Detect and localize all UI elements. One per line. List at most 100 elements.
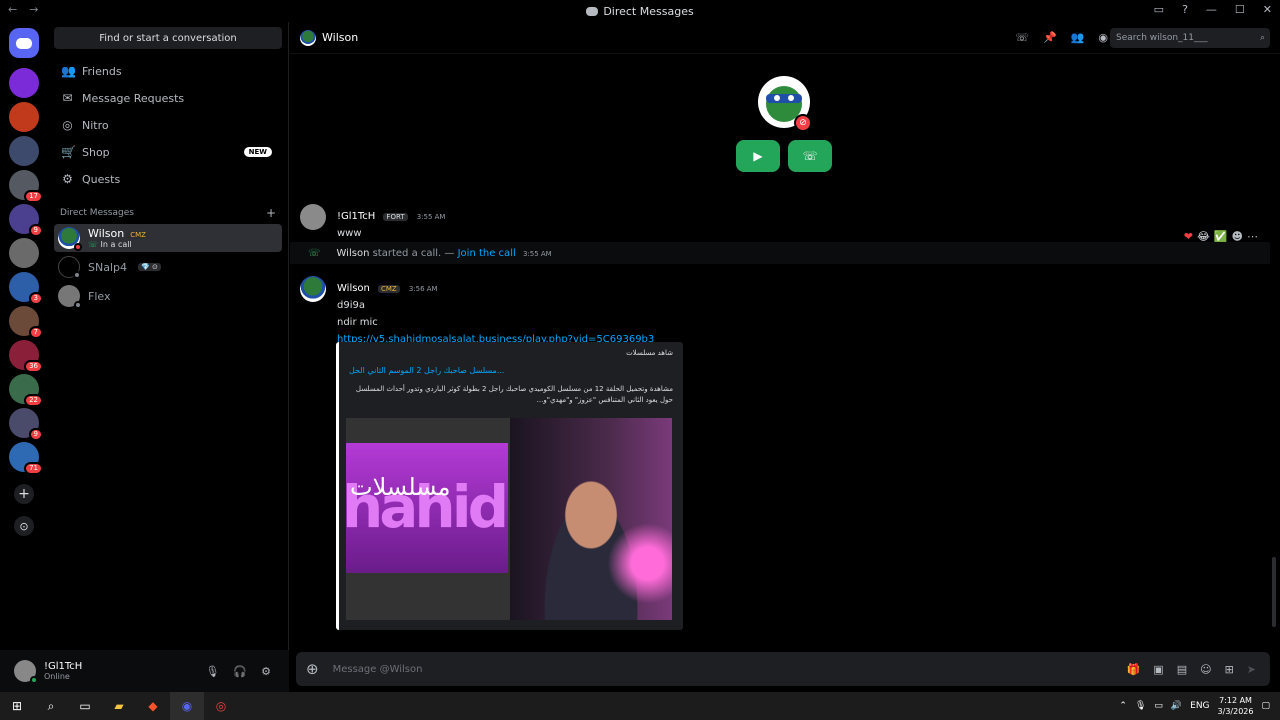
status-dot [30,676,38,684]
message-input[interactable]: Message @Wilson [333,664,423,675]
pin-icon[interactable]: 📌 [1043,31,1057,44]
create-dm-plus-icon[interactable]: + [266,206,276,220]
back-arrow-icon[interactable]: ← [8,3,17,16]
server-icon[interactable]: 36 [9,340,43,373]
server-icon[interactable]: 3 [9,272,43,305]
user-profile-icon[interactable]: ◉ [1098,31,1108,44]
volume-icon[interactable]: 🔊 [1171,701,1182,711]
server-icon[interactable]: 17 [9,170,43,203]
discover-button[interactable]: ⊙ [14,516,34,536]
server-icon[interactable]: 22 [9,374,43,407]
dm-item-wilson[interactable]: Wilson CMZ ☏ In a call [54,224,282,252]
message-item: !Gl1TcH FORT 3:55 AM www [300,204,445,239]
attach-plus-icon[interactable]: ⊕ [306,660,319,678]
app-icon[interactable]: ◎ [204,692,238,720]
server-icon[interactable]: 9 [9,408,43,441]
microphone-icon[interactable]: 🎙 [1135,701,1146,711]
server-icon[interactable] [9,136,39,166]
send-icon[interactable]: ➤ [1247,663,1256,676]
scrollbar[interactable] [1272,557,1276,627]
nav-message-requests[interactable]: ✉ Message Requests [54,85,282,111]
nav-nitro[interactable]: ◎ Nitro [54,112,282,138]
brave-browser-icon[interactable]: ◆ [136,692,170,720]
embed-thumbnail[interactable]: hahid مسلسلات [346,418,672,620]
new-badge: NEW [243,147,272,157]
voice-call-icon[interactable]: ☏ [1015,31,1029,44]
message-author[interactable]: Wilson [337,283,370,294]
file-explorer-icon[interactable]: ▰ [102,692,136,720]
discord-taskbar-icon[interactable]: ◉ [170,692,204,720]
embed-title[interactable]: مسلسل صاحبك راجل 2 الموسم الثاني الحل... [349,366,504,375]
headphones-icon[interactable]: 🎧 [233,665,247,678]
avatar [58,285,82,309]
server-icon[interactable] [9,238,39,268]
muted-mic-icon: ⊘ [794,114,812,132]
nitro-icon: ◎ [62,118,73,132]
message-composer[interactable]: ⊕ Message @Wilson 🎁 ▣ ▤ ☺ ⊞ ➤ [296,652,1270,686]
guild-tag: CMZ [377,285,400,293]
user-status: Online [44,672,70,681]
discord-logo-icon [586,6,599,16]
clock[interactable]: 7:12 AM 3/3/2026 [1218,695,1254,717]
join-voice-button[interactable]: ☏ [788,140,832,172]
inbox-icon[interactable]: ▭ [1154,3,1164,16]
message-text: www [337,228,362,239]
add-friends-icon[interactable]: 👥 [1071,31,1085,44]
forward-arrow-icon[interactable]: → [29,3,38,16]
call-area: ⊘ ▶ ☏ [290,54,1280,182]
window-controls: ▭ ? — ☐ ✕ [1154,3,1272,16]
task-view-icon[interactable]: ▭ [68,692,102,720]
emoji-icon[interactable]: ☺ [1200,663,1211,676]
microphone-icon[interactable]: 🎙 [205,665,219,678]
server-icon[interactable] [9,102,39,132]
message-text: ndir mic [337,317,378,328]
chevron-up-icon[interactable]: ⌃ [1119,701,1127,711]
status-dot [74,243,82,251]
notifications-icon[interactable]: ▢ [1261,701,1270,711]
home-button[interactable] [9,28,39,58]
discord-window: ← → Direct Messages ▭ ? — ☐ ✕ 17 9 3 7 36 22 9… [0,0,1280,720]
nav-friends[interactable]: 👥 Friends [54,58,282,84]
composer-tools: 🎁 ▣ ▤ ☺ ⊞ ➤ [1127,663,1256,676]
server-icon[interactable] [9,68,39,98]
add-server-button[interactable]: + [14,484,34,504]
help-icon[interactable]: ? [1182,3,1188,16]
server-icon[interactable]: 9 [9,204,43,237]
start-icon[interactable]: ⊞ [0,692,34,720]
maximize-button[interactable]: ☐ [1235,3,1245,16]
guild-tag: 💎 ⊙ [138,263,161,271]
search-input[interactable]: Search wilson_11___ ⌕ [1110,28,1270,48]
server-icon[interactable]: 71 [9,442,43,475]
system-author[interactable]: Wilson [337,248,370,259]
gif-icon[interactable]: ▣ [1153,663,1163,676]
message-author[interactable]: !Gl1TcH [337,211,375,222]
minimize-button[interactable]: — [1206,3,1217,16]
mail-icon: ✉ [62,91,73,105]
network-icon[interactable]: ▭ [1154,701,1163,711]
gift-icon[interactable]: 🎁 [1127,663,1141,676]
video-call-button[interactable]: ▶ [736,140,780,172]
mention-badge: 7 [28,326,43,339]
avatar[interactable] [300,204,326,230]
link-embed: شاهد مسلسلات مسلسل صاحبك راجل 2 الموسم ا… [336,342,683,630]
join-call-link[interactable]: Join the call [458,248,516,259]
system-tray: ⌃ 🎙 ▭ 🔊 ENG 7:12 AM 3/3/2026 ▢ [1119,695,1280,717]
avatar[interactable] [300,276,326,302]
search-icon[interactable]: ⌕ [34,692,68,720]
dm-item-flex[interactable]: Flex [54,282,282,310]
settings-gear-icon[interactable]: ⚙ [261,665,271,678]
sticker-icon[interactable]: ▤ [1177,663,1187,676]
message-text: d9i9a [337,300,365,311]
dm-item-snalp4[interactable]: SNalp4 💎 ⊙ [54,253,282,281]
nav-quests[interactable]: ⚙ Quests [54,166,282,192]
clock-time: 7:12 AM [1219,696,1252,705]
dm-name: Flex [88,289,111,303]
server-icon[interactable]: 7 [9,306,43,339]
nav-label: Friends [82,64,122,78]
find-conversation-button[interactable]: Find or start a conversation [54,27,282,49]
close-button[interactable]: ✕ [1263,3,1272,16]
nav-shop[interactable]: 🛒 Shop NEW [54,139,282,165]
apps-icon[interactable]: ⊞ [1225,663,1234,676]
avatar[interactable] [14,660,38,684]
language-indicator[interactable]: ENG [1190,701,1209,711]
